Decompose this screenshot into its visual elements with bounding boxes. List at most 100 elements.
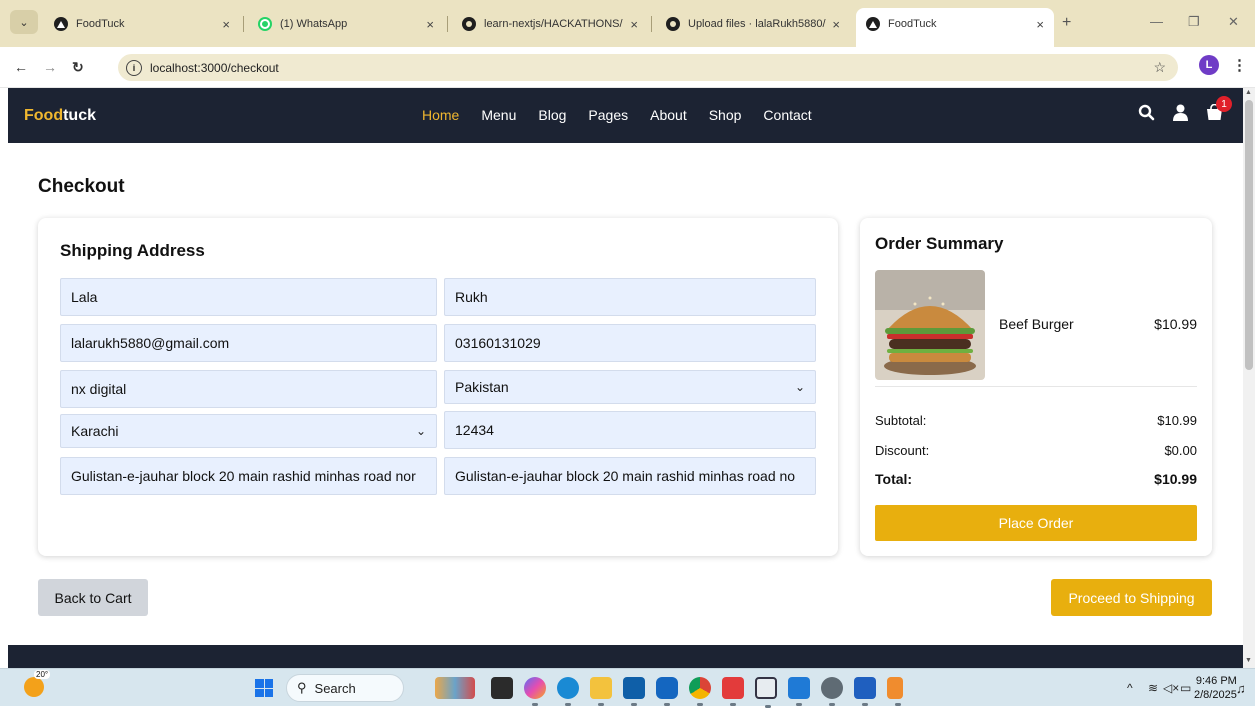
reload-icon[interactable]: ↻ (72, 59, 84, 76)
app-icon (866, 17, 880, 31)
cart-button[interactable]: 1 (1206, 96, 1232, 121)
back-to-cart-button[interactable]: Back to Cart (38, 579, 148, 616)
nav-about[interactable]: About (650, 107, 687, 123)
nav-blog[interactable]: Blog (538, 107, 566, 123)
tab-search-button[interactable]: ⌄ (10, 10, 38, 34)
nav-shop[interactable]: Shop (709, 107, 742, 123)
temperature: 20° (34, 670, 51, 679)
page-viewport: Foodtuck Home Menu Blog Pages About Shop… (0, 88, 1243, 668)
total-value: $10.99 (1154, 471, 1197, 487)
edge-icon[interactable] (557, 677, 579, 706)
last-name-input[interactable]: Rukh (444, 278, 816, 316)
close-icon[interactable]: × (1036, 17, 1044, 32)
country-value: Pakistan (455, 379, 509, 395)
browser-menu-icon[interactable]: ⋮ (1232, 56, 1247, 74)
notepad-icon[interactable] (755, 677, 777, 708)
chrome-icon[interactable] (689, 677, 711, 706)
site-header: Foodtuck Home Menu Blog Pages About Shop… (8, 88, 1243, 143)
taskbar-search[interactable]: ⚲ Search (286, 674, 404, 702)
nav-pages[interactable]: Pages (588, 107, 628, 123)
wifi-icon[interactable]: ≋ (1148, 681, 1158, 695)
forward-icon[interactable]: → (43, 59, 57, 75)
task-view-icon[interactable] (491, 677, 513, 699)
windows-start-icon[interactable] (255, 679, 273, 697)
back-icon[interactable]: ← (14, 59, 28, 75)
header-icons: 1 (1138, 96, 1232, 121)
restore-icon[interactable]: ❐ (1188, 14, 1200, 30)
shipping-address-card: Shipping Address Lala Rukh lalarukh5880@… (38, 218, 838, 556)
address-bar[interactable]: i localhost:3000/checkout ☆ (118, 54, 1178, 81)
proceed-to-shipping-button[interactable]: Proceed to Shipping (1051, 579, 1212, 616)
whatsapp-icon (258, 17, 272, 31)
address-line1-input[interactable]: Gulistan-e-jauhar block 20 main rashid m… (60, 457, 437, 495)
scrollbar-thumb[interactable] (1245, 100, 1253, 370)
bookmark-star-icon[interactable]: ☆ (1153, 59, 1166, 76)
weather-icon (24, 677, 44, 697)
settings-icon[interactable] (821, 677, 843, 706)
browser-tab[interactable]: FoodTuck × (44, 8, 240, 40)
copilot-icon[interactable] (524, 677, 546, 706)
nav-menu[interactable]: Menu (481, 107, 516, 123)
github-icon (666, 17, 680, 31)
store-icon[interactable] (623, 677, 645, 706)
notification-bell-icon[interactable]: ♫ (1236, 681, 1246, 696)
profile-avatar[interactable]: L (1199, 55, 1219, 75)
address-line2-input[interactable]: Gulistan-e-jauhar block 20 main rashid m… (444, 457, 816, 495)
snipping-tool-icon[interactable] (887, 677, 903, 706)
place-order-button[interactable]: Place Order (875, 505, 1197, 541)
search-icon[interactable] (1138, 104, 1155, 121)
battery-icon[interactable]: ▭ (1180, 681, 1191, 695)
new-tab-icon[interactable]: + (1062, 14, 1071, 32)
close-icon[interactable]: × (222, 17, 230, 32)
subtotal-value: $10.99 (1157, 413, 1197, 428)
browser-tab[interactable]: (1) WhatsApp × (248, 8, 444, 40)
system-clock[interactable]: 9:46 PM 2/8/2025 (1194, 674, 1237, 702)
outlook-icon[interactable] (656, 677, 678, 706)
site-logo[interactable]: Foodtuck (24, 107, 96, 125)
order-summary-heading: Order Summary (875, 234, 1004, 253)
phone-input[interactable]: 03160131029 (444, 324, 816, 362)
discount-row: Discount: $0.00 (875, 443, 1197, 458)
volume-muted-icon[interactable]: ◁× (1163, 681, 1179, 695)
scroll-up-icon[interactable]: ▲ (1245, 89, 1252, 96)
nav-home[interactable]: Home (422, 107, 459, 123)
user-icon[interactable] (1173, 104, 1188, 121)
search-icon: ⚲ (297, 680, 307, 695)
window-close-icon[interactable]: ✕ (1228, 14, 1239, 30)
city-value: Karachi (71, 423, 119, 439)
item-name: Beef Burger (999, 316, 1074, 332)
file-explorer-icon[interactable] (590, 677, 612, 706)
scroll-down-icon[interactable]: ▼ (1245, 657, 1252, 664)
first-name-input[interactable]: Lala (60, 278, 437, 316)
shipping-heading: Shipping Address (60, 241, 205, 260)
github-icon (462, 17, 476, 31)
weather-widget[interactable]: 20° (22, 670, 51, 699)
tray-chevron-icon[interactable]: ^ (1127, 681, 1133, 695)
minimize-icon[interactable]: — (1150, 14, 1163, 29)
discount-value: $0.00 (1164, 443, 1197, 458)
browser-tab[interactable]: Upload files · lalaRukh5880/ × (656, 8, 850, 40)
browser-tab[interactable]: learn-nextjs/HACKATHONS/ × (452, 8, 648, 40)
company-input[interactable]: nx digital (60, 370, 437, 408)
app-icon[interactable] (722, 677, 744, 706)
close-icon[interactable]: × (426, 17, 434, 32)
site-info-icon[interactable]: i (126, 59, 142, 76)
page-title: Checkout (38, 176, 125, 197)
close-icon[interactable]: × (832, 17, 840, 32)
city-select[interactable]: Karachi ⌄ (60, 414, 437, 448)
widgets-icon[interactable] (435, 677, 475, 699)
summary-divider (875, 386, 1197, 387)
windows-taskbar: 20° ⚲ Search ^ ≋ ◁× ▭ 9:46 PM 2/8/2025 ♫ (0, 668, 1255, 708)
browser-tab-active[interactable]: FoodTuck × (856, 8, 1054, 47)
order-summary-card: Order Summary Beef Burger $10.99 Subtota… (860, 218, 1212, 556)
vscode-icon[interactable] (788, 677, 810, 706)
country-select[interactable]: Pakistan ⌄ (444, 370, 816, 404)
chevron-down-icon: ⌄ (415, 424, 426, 438)
item-price: $10.99 (1154, 316, 1197, 332)
email-input[interactable]: lalarukh5880@gmail.com (60, 324, 437, 362)
zip-input[interactable]: 12434 (444, 411, 816, 449)
page-scrollbar[interactable]: ▲ ▼ (1243, 88, 1255, 668)
word-icon[interactable] (854, 677, 876, 706)
close-icon[interactable]: × (630, 17, 638, 32)
nav-contact[interactable]: Contact (763, 107, 811, 123)
